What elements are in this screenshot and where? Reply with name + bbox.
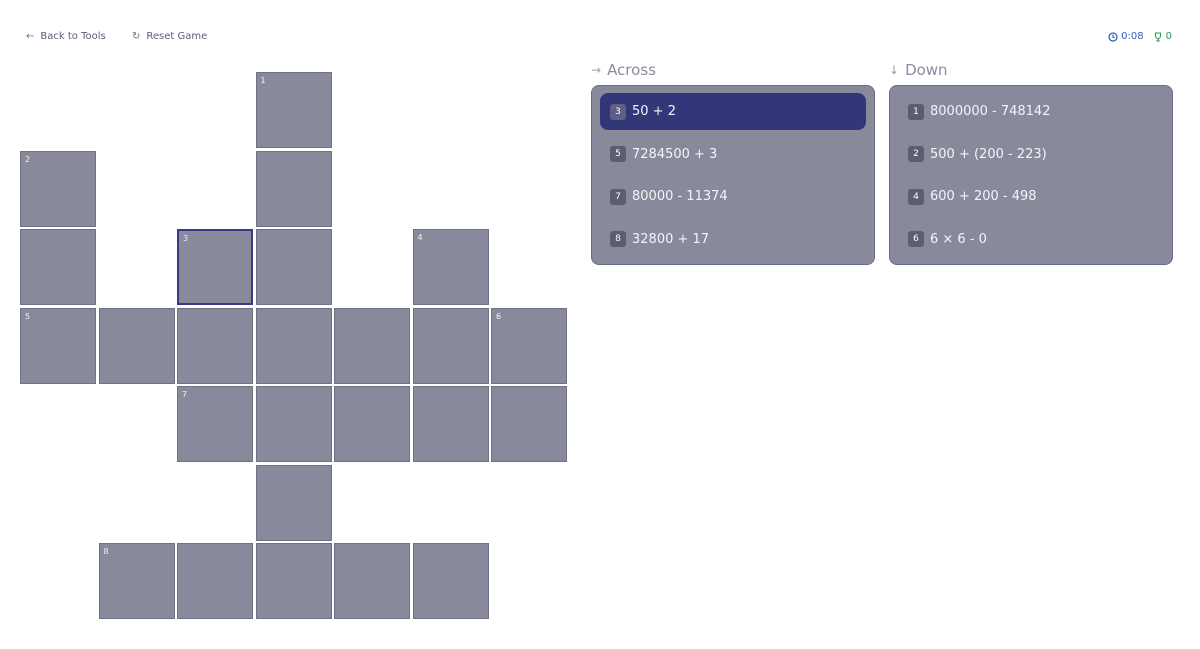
grid-cell[interactable] — [255, 229, 332, 305]
grid-cell[interactable] — [177, 543, 253, 619]
grid-cell[interactable]: 6 — [491, 307, 567, 384]
grid-cell[interactable] — [255, 543, 332, 619]
clue-text: 8000000 - 748142 — [930, 104, 1051, 119]
game-stats: 0:08 0 — [1108, 31, 1172, 42]
across-title: Across — [607, 61, 656, 79]
down-title: Down — [905, 61, 948, 79]
grid-cell[interactable]: 5 — [20, 307, 96, 384]
down-clue-1[interactable]: 1 8000000 - 748142 — [898, 93, 1164, 130]
across-header: → Across — [591, 60, 875, 80]
clue-number-badge: 1 — [908, 103, 924, 120]
grid-cell[interactable] — [98, 307, 175, 384]
clue-text: 50 + 2 — [632, 104, 676, 119]
grid-cell[interactable] — [334, 386, 410, 462]
grid-cell[interactable] — [177, 307, 253, 384]
reset-label: Reset Game — [146, 31, 208, 42]
refresh-icon: ↻ — [132, 30, 141, 42]
cell-number: 3 — [183, 234, 189, 243]
arrow-down-icon: ↓ — [889, 63, 900, 77]
trophy-icon — [1154, 31, 1161, 42]
clue-number-badge: 4 — [908, 188, 924, 205]
down-clue-6[interactable]: 6 6 × 6 - 0 — [898, 221, 1164, 258]
down-header: ↓ Down — [889, 60, 1173, 80]
clue-text: 600 + 200 - 498 — [930, 189, 1037, 204]
clue-number-badge: 2 — [908, 146, 924, 162]
clue-text: 6 × 6 - 0 — [930, 231, 987, 247]
grid-cell[interactable] — [334, 543, 410, 619]
grid-cell[interactable] — [412, 386, 489, 462]
grid-cell[interactable] — [491, 386, 567, 462]
grid-cell[interactable]: 4 — [412, 229, 489, 305]
back-label: Back to Tools — [40, 31, 106, 42]
timer-value: 0:08 — [1121, 31, 1144, 42]
clue-text: 80000 - 11374 — [632, 189, 728, 204]
cell-number: 6 — [496, 311, 502, 321]
grid-cell[interactable]: 7 — [177, 386, 253, 462]
cell-number: 8 — [103, 547, 109, 556]
clue-number-badge: 6 — [908, 231, 924, 247]
cell-number: 4 — [417, 233, 423, 242]
grid-cell[interactable] — [334, 307, 410, 384]
grid-cell[interactable] — [255, 464, 332, 541]
back-to-tools-button[interactable]: ← Back to Tools — [26, 31, 106, 42]
cell-number: 7 — [182, 390, 188, 399]
down-clue-2[interactable]: 2 500 + (200 - 223) — [898, 136, 1164, 173]
clue-number-badge: 7 — [610, 188, 626, 205]
down-clues-section: ↓ Down 1 8000000 - 748142 2 500 + (200 - 22… — [889, 60, 1173, 265]
score-value: 0 — [1165, 31, 1172, 42]
clock-icon — [1108, 31, 1118, 42]
across-clues-section: → Across 3 50 + 2 5 7284500 + 3 7 80000 - 113… — [591, 60, 875, 265]
timer: 0:08 — [1108, 31, 1144, 42]
clue-number-badge: 5 — [610, 146, 626, 162]
reset-game-button[interactable]: ↻ Reset Game — [132, 31, 207, 42]
clue-text: 32800 + 17 — [632, 231, 710, 247]
clue-number-badge: 3 — [610, 103, 626, 120]
across-clue-8[interactable]: 8 32800 + 17 — [600, 221, 866, 258]
cell-number: 1 — [260, 76, 266, 85]
across-clue-3[interactable]: 3 50 + 2 — [600, 93, 866, 130]
arrow-left-icon: ← — [26, 30, 35, 42]
score: 0 — [1153, 31, 1172, 42]
arrow-right-icon: → — [591, 63, 602, 77]
across-clue-5[interactable]: 5 7284500 + 3 — [600, 136, 866, 173]
grid-cell[interactable]: 8 — [98, 543, 175, 619]
grid-cell[interactable] — [412, 543, 489, 619]
grid-cell[interactable] — [20, 229, 96, 305]
clue-text: 7284500 + 3 — [632, 146, 718, 162]
grid-cell[interactable] — [255, 150, 332, 227]
cell-number: 5 — [25, 311, 31, 321]
down-clue-4[interactable]: 4 600 + 200 - 498 — [898, 178, 1164, 215]
grid-cell[interactable]: 2 — [20, 150, 96, 227]
grid-cell[interactable]: 3 — [177, 229, 253, 305]
grid-cell[interactable]: 1 — [255, 72, 332, 148]
grid-cell[interactable] — [255, 386, 332, 462]
cell-number: 2 — [25, 154, 31, 164]
clue-text: 500 + (200 - 223) — [930, 146, 1047, 162]
grid-cell[interactable] — [255, 307, 332, 384]
clue-number-badge: 8 — [610, 231, 626, 247]
across-clue-list: 3 50 + 2 5 7284500 + 3 7 80000 - 11374 8 32800 … — [591, 85, 875, 265]
across-clue-7[interactable]: 7 80000 - 11374 — [600, 178, 866, 215]
grid-cell[interactable] — [412, 307, 489, 384]
down-clue-list: 1 8000000 - 748142 2 500 + (200 - 223) 4 600 … — [889, 85, 1173, 265]
